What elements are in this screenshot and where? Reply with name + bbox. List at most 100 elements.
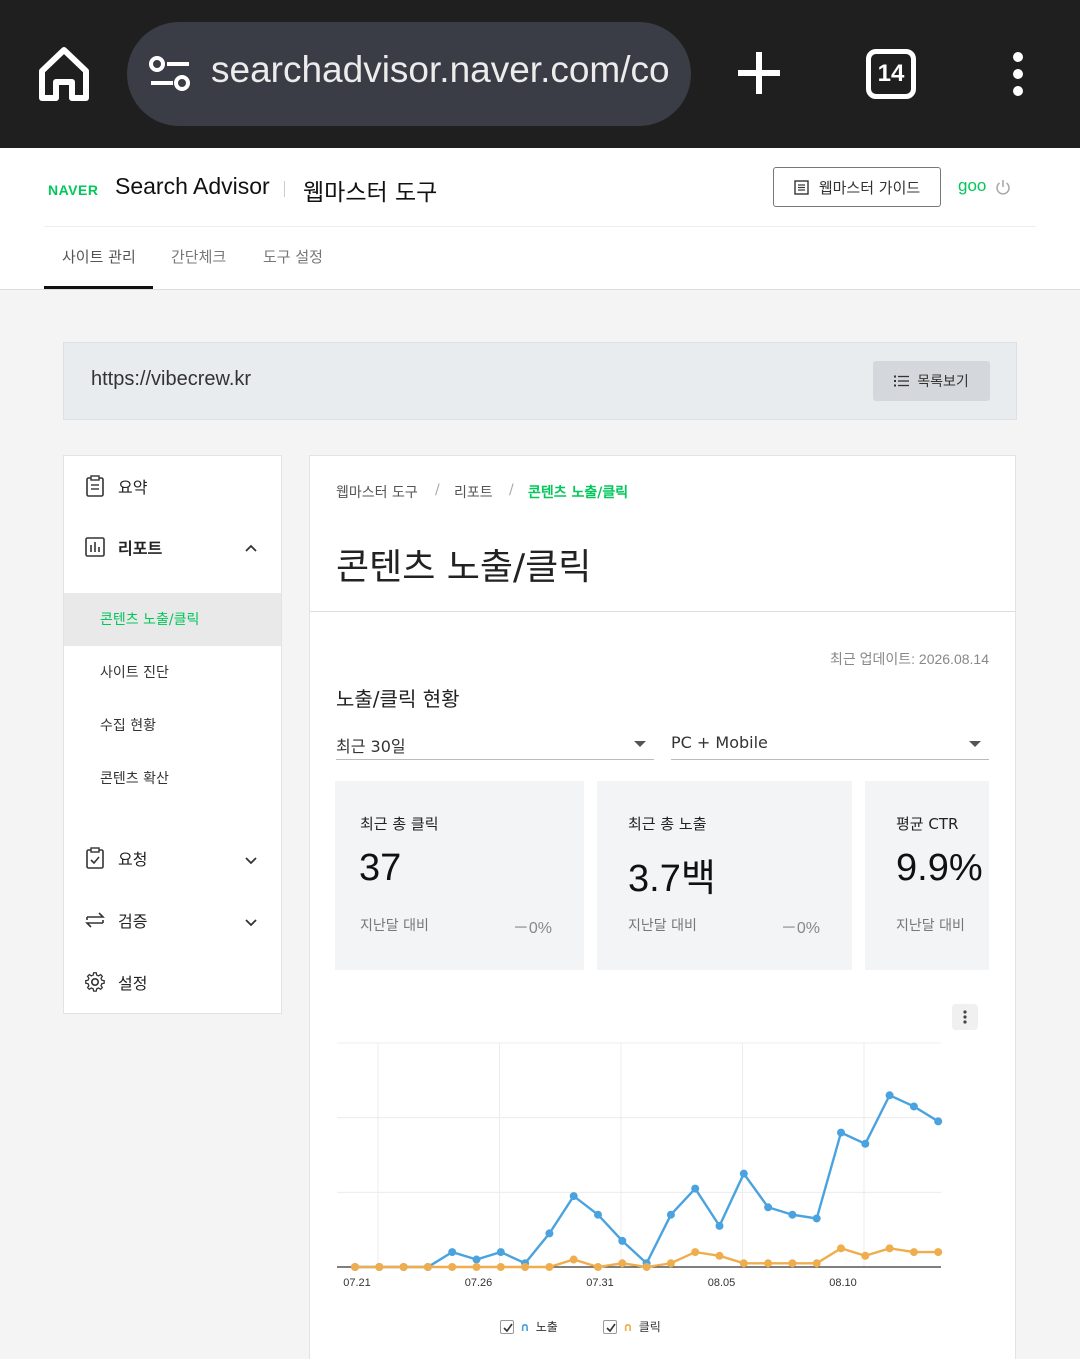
data-point <box>764 1203 773 1212</box>
data-point <box>521 1263 530 1271</box>
data-point <box>618 1259 627 1268</box>
site-url: https://vibecrew.kr <box>91 368 252 390</box>
data-point <box>715 1251 724 1260</box>
swap-arrows-icon <box>85 912 105 928</box>
chevron-up-icon[interactable] <box>244 541 258 555</box>
legend-clicks[interactable]: ∩ 클릭 <box>603 1318 661 1335</box>
breadcrumb-webmaster-tools[interactable]: 웹마스터 도구 <box>336 482 418 502</box>
data-point <box>642 1263 651 1271</box>
sidebar-item-settings[interactable]: 설정 <box>84 970 147 994</box>
sidebar-item-report[interactable]: 리포트 <box>84 535 162 559</box>
list-button-label: 목록보기 <box>917 374 969 390</box>
data-point <box>691 1248 700 1257</box>
data-point <box>569 1255 578 1264</box>
data-point <box>496 1248 505 1257</box>
data-point <box>885 1244 894 1253</box>
logout-icon[interactable] <box>995 179 1011 195</box>
sidebar: 요약 리포트 콘텐츠 노출/클릭 사이트 진단 수집 현황 콘텐츠 확산 요청 <box>63 455 282 1014</box>
data-point <box>375 1263 384 1271</box>
sidebar-item-verify-label: 검증 <box>118 912 148 931</box>
tab-quick-check[interactable]: 간단체크 <box>171 246 226 267</box>
brand-divider <box>284 181 285 197</box>
data-point <box>788 1210 797 1219</box>
data-point <box>837 1244 845 1253</box>
data-point <box>861 1139 870 1148</box>
tab-switcher-button[interactable]: 14 <box>866 49 916 99</box>
sidebar-item-request[interactable]: 요청 <box>84 846 147 870</box>
sidebar-item-site-diagnosis[interactable]: 사이트 진단 <box>100 662 169 682</box>
data-point <box>739 1259 748 1268</box>
webmaster-guide-button[interactable]: 웹마스터 가이드 <box>773 167 941 207</box>
data-point <box>909 1102 918 1111</box>
list-icon <box>894 375 910 387</box>
tool-title[interactable]: 웹마스터 도구 <box>303 173 437 207</box>
data-point <box>691 1184 700 1193</box>
breadcrumb-separator: / <box>435 482 440 498</box>
checkbox-checked-icon[interactable] <box>500 1319 514 1334</box>
data-point <box>423 1263 432 1271</box>
clipboard-icon <box>86 475 104 497</box>
sidebar-item-content-spread[interactable]: 콘텐츠 확산 <box>100 768 169 788</box>
x-tick-label: 07.21 <box>343 1277 371 1289</box>
data-point <box>812 1259 821 1268</box>
breadcrumb-report[interactable]: 리포트 <box>454 482 493 502</box>
site-settings-icon[interactable] <box>149 56 191 92</box>
data-point <box>448 1263 457 1271</box>
tab-site-management[interactable]: 사이트 관리 <box>62 246 136 267</box>
data-point <box>764 1259 773 1268</box>
x-tick-label: 07.26 <box>465 1277 493 1289</box>
data-point <box>885 1091 894 1100</box>
sidebar-item-content-exposure[interactable]: 콘텐츠 노출/클릭 <box>100 609 199 629</box>
data-point <box>569 1192 578 1201</box>
new-tab-icon[interactable] <box>736 50 782 96</box>
sidebar-item-crawl-status[interactable]: 수집 현황 <box>100 715 156 735</box>
x-tick-label: 07.31 <box>586 1277 614 1289</box>
data-point <box>861 1251 870 1260</box>
data-point <box>594 1263 602 1271</box>
url-text[interactable]: searchadvisor.naver.com/co <box>211 49 671 91</box>
active-tab-indicator <box>44 286 153 289</box>
address-bar[interactable]: searchadvisor.naver.com/co <box>127 22 691 126</box>
sidebar-item-summary[interactable]: 요약 <box>84 474 147 498</box>
sidebar-item-summary-label: 요약 <box>118 478 148 497</box>
breadcrumb-separator: / <box>509 482 514 498</box>
gear-icon <box>85 972 105 992</box>
sidebar-item-request-label: 요청 <box>118 850 148 869</box>
data-point <box>934 1248 943 1257</box>
data-point <box>666 1210 675 1219</box>
checklist-icon <box>86 847 104 869</box>
site-header: NAVER Search Advisor 웹마스터 도구 웹마스터 가이드 go… <box>0 148 1080 290</box>
data-point <box>618 1236 627 1245</box>
x-tick-label: 08.10 <box>829 1277 857 1289</box>
data-point <box>715 1221 724 1230</box>
data-point <box>812 1214 821 1223</box>
data-point <box>399 1263 408 1271</box>
browser-toolbar: searchadvisor.naver.com/co 14 <box>0 0 1080 148</box>
tab-tool-settings[interactable]: 도구 설정 <box>263 246 323 267</box>
legend-impressions[interactable]: ∩ 노출 <box>500 1318 558 1335</box>
user-name[interactable]: goo <box>958 176 986 196</box>
impressions-clicks-chart: 07.21 07.26 07.31 08.05 08.10 <box>337 1042 943 1289</box>
data-point <box>545 1229 554 1238</box>
data-point <box>472 1263 481 1271</box>
bar-chart-icon <box>85 537 105 557</box>
guide-button-label: 웹마스터 가이드 <box>818 178 921 197</box>
data-point <box>837 1128 845 1137</box>
data-point <box>545 1263 554 1271</box>
chevron-down-icon[interactable] <box>244 853 258 867</box>
data-point <box>934 1117 943 1126</box>
x-tick-label: 08.05 <box>708 1277 736 1289</box>
home-icon[interactable] <box>36 44 92 104</box>
legend-label: 노출 <box>535 1320 558 1334</box>
more-menu-icon[interactable] <box>1008 51 1028 97</box>
series-line-impressions <box>355 1093 939 1269</box>
sidebar-item-verify[interactable]: 검증 <box>84 908 147 932</box>
data-point <box>351 1263 359 1271</box>
checkbox-checked-icon[interactable] <box>603 1319 617 1334</box>
brand-title[interactable]: Search Advisor <box>115 173 270 200</box>
data-point <box>739 1169 748 1178</box>
document-icon <box>794 179 809 195</box>
list-view-button[interactable]: 목록보기 <box>873 361 990 401</box>
chevron-down-icon[interactable] <box>244 915 258 929</box>
naver-logo[interactable]: NAVER <box>48 182 98 198</box>
